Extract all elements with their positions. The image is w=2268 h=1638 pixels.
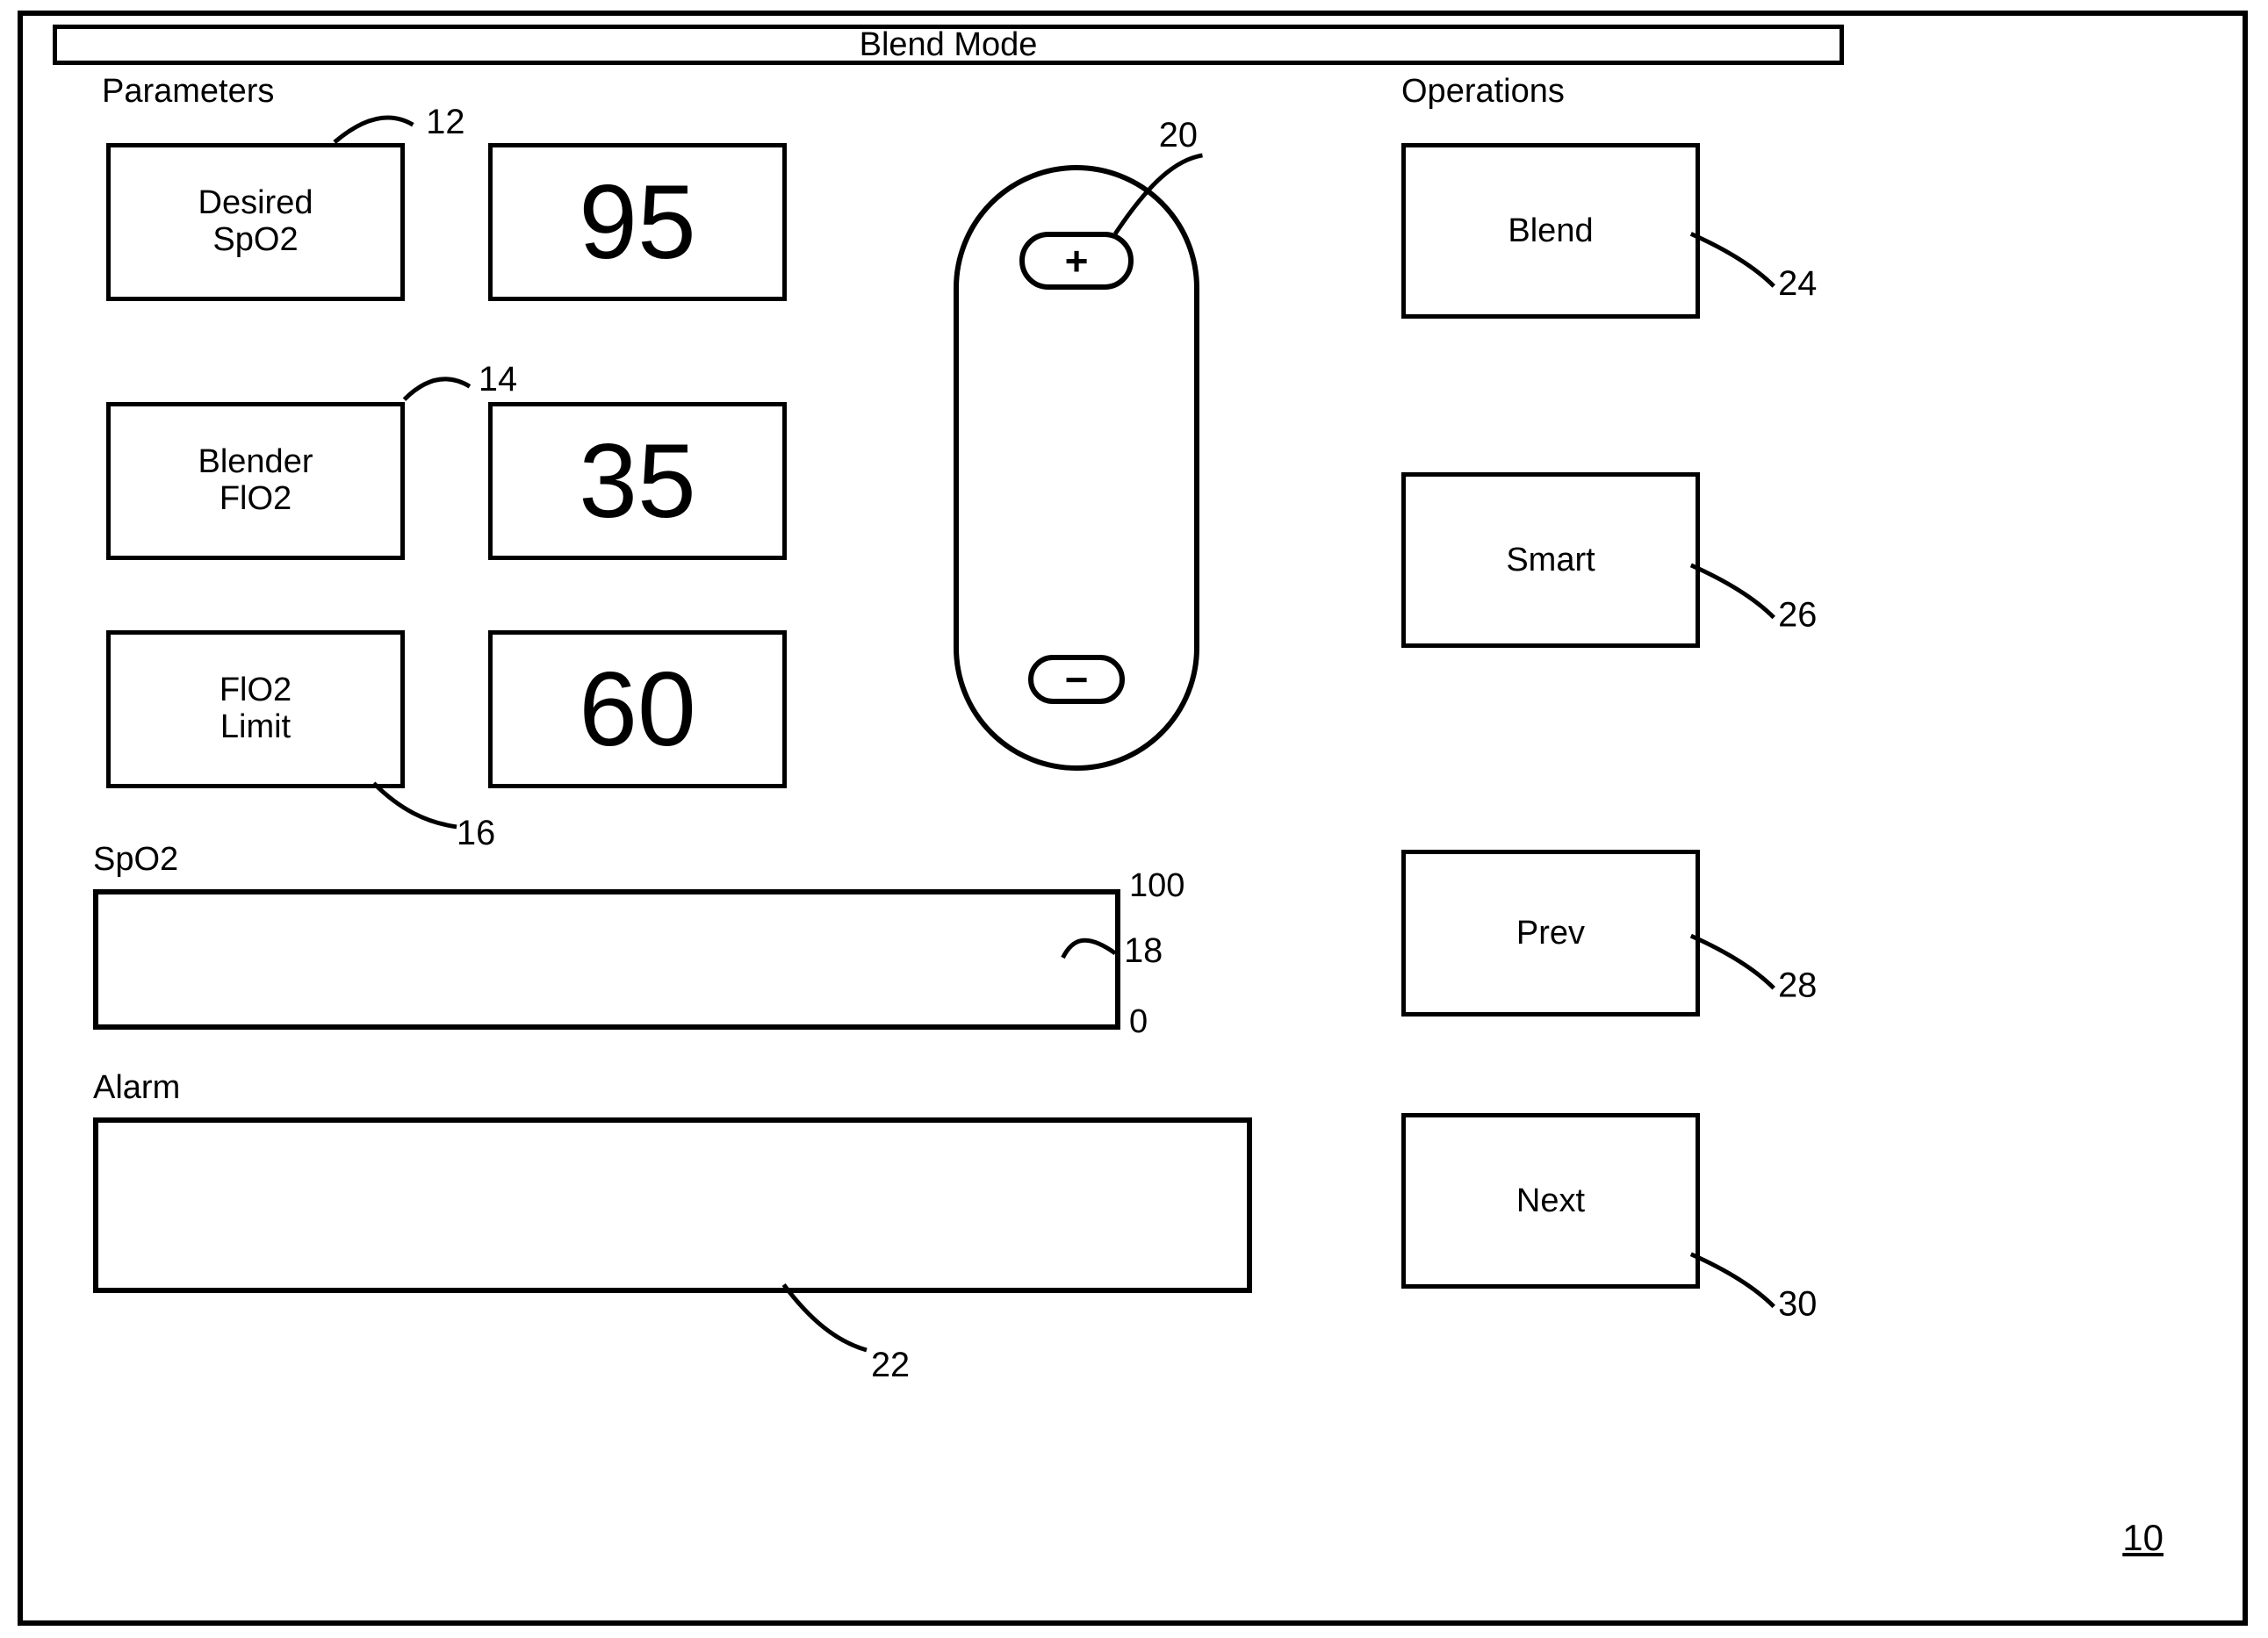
adjust-rocker: + − bbox=[954, 165, 1199, 771]
blend-button[interactable]: Blend bbox=[1401, 143, 1700, 319]
desired-spo2-label-line2: SpO2 bbox=[212, 222, 298, 259]
title-bar: Blend Mode bbox=[53, 25, 1844, 65]
ref-30: 30 bbox=[1778, 1284, 1817, 1323]
next-button[interactable]: Next bbox=[1401, 1113, 1700, 1289]
ref-16: 16 bbox=[457, 814, 495, 852]
fio2-limit-value: 60 bbox=[579, 651, 695, 767]
spo2-heading: SpO2 bbox=[93, 841, 178, 879]
fio2-limit-value-box[interactable]: 60 bbox=[488, 630, 787, 788]
spo2-scale-max: 100 bbox=[1129, 867, 1184, 905]
spo2-scale-min: 0 bbox=[1129, 1003, 1148, 1041]
alarm-panel bbox=[93, 1117, 1252, 1293]
blender-fio2-label-box[interactable]: Blender FlO2 bbox=[106, 402, 405, 560]
prev-button-label: Prev bbox=[1516, 915, 1585, 952]
prev-button[interactable]: Prev bbox=[1401, 850, 1700, 1017]
next-button-label: Next bbox=[1516, 1182, 1585, 1220]
title-text: Blend Mode bbox=[860, 26, 1038, 63]
ref-14: 14 bbox=[479, 360, 517, 399]
fio2-limit-label-line1: FlO2 bbox=[220, 672, 292, 709]
fio2-limit-label-line2: Limit bbox=[220, 709, 291, 746]
smart-button[interactable]: Smart bbox=[1401, 472, 1700, 648]
ref-12: 12 bbox=[426, 103, 464, 141]
blend-button-label: Blend bbox=[1508, 212, 1593, 250]
ref-26: 26 bbox=[1778, 595, 1817, 634]
desired-spo2-label-box[interactable]: Desired SpO2 bbox=[106, 143, 405, 301]
minus-icon: − bbox=[1065, 659, 1089, 700]
desired-spo2-value-box[interactable]: 95 bbox=[488, 143, 787, 301]
desired-spo2-label-line1: Desired bbox=[198, 185, 313, 222]
smart-button-label: Smart bbox=[1506, 542, 1595, 579]
ref-20: 20 bbox=[1159, 116, 1198, 154]
ref-18: 18 bbox=[1124, 931, 1163, 970]
spo2-trend-panel bbox=[93, 889, 1120, 1030]
blender-fio2-value: 35 bbox=[579, 423, 695, 539]
fio2-limit-label-box[interactable]: FlO2 Limit bbox=[106, 630, 405, 788]
parameters-heading: Parameters bbox=[102, 73, 274, 111]
desired-spo2-value: 95 bbox=[579, 164, 695, 280]
screen-frame: Blend Mode Parameters Operations SpO2 Al… bbox=[18, 11, 2248, 1626]
increment-button[interactable]: + bbox=[1019, 232, 1134, 290]
alarm-heading: Alarm bbox=[93, 1069, 180, 1107]
blender-fio2-value-box[interactable]: 35 bbox=[488, 402, 787, 560]
operations-heading: Operations bbox=[1401, 73, 1565, 111]
plus-icon: + bbox=[1065, 241, 1089, 281]
figure-reference-10: 10 bbox=[2122, 1517, 2164, 1559]
blender-fio2-label-line2: FlO2 bbox=[220, 481, 292, 518]
ref-22: 22 bbox=[871, 1346, 910, 1384]
ref-24: 24 bbox=[1778, 264, 1817, 303]
ref-28: 28 bbox=[1778, 966, 1817, 1005]
blender-fio2-label-line1: Blender bbox=[198, 444, 313, 481]
decrement-button[interactable]: − bbox=[1028, 655, 1125, 704]
